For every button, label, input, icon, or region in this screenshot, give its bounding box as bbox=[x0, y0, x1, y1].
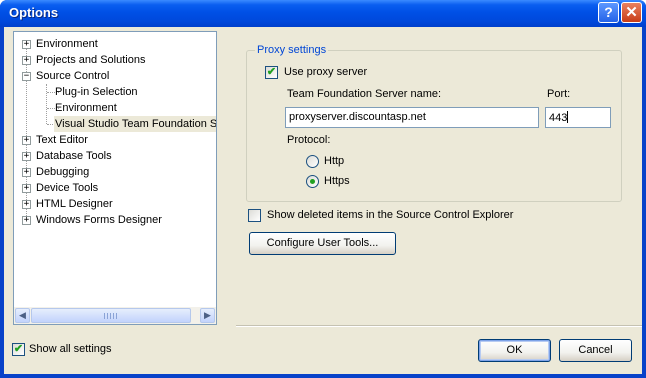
tree-item-label[interactable]: HTML Designer bbox=[35, 196, 114, 212]
show-all-settings-label[interactable]: Show all settings bbox=[29, 343, 112, 355]
tree-item-label[interactable]: Environment bbox=[54, 100, 118, 116]
port-value: 443 bbox=[549, 112, 568, 124]
tree-item-label[interactable]: Plug-in Selection bbox=[54, 84, 139, 100]
options-dialog: Options ? ✕ + Environment + Projects and… bbox=[0, 0, 646, 378]
scroll-grip-icon bbox=[104, 313, 118, 319]
radio-selected-dot-icon bbox=[310, 179, 315, 184]
window-title: Options bbox=[9, 5, 59, 20]
https-label[interactable]: Https bbox=[324, 175, 350, 187]
expand-icon[interactable]: + bbox=[22, 168, 31, 177]
port-input[interactable]: 443 bbox=[545, 107, 611, 128]
http-label[interactable]: Http bbox=[324, 155, 344, 167]
show-deleted-label[interactable]: Show deleted items in the Source Control… bbox=[267, 209, 513, 221]
expand-icon[interactable]: + bbox=[22, 56, 31, 65]
tree-item-label[interactable]: Environment bbox=[35, 36, 99, 52]
protocol-label: Protocol: bbox=[287, 134, 331, 146]
text-caret bbox=[567, 111, 569, 123]
tree-item-label[interactable]: Projects and Solutions bbox=[35, 52, 146, 68]
scroll-left-arrow-icon[interactable]: ◀ bbox=[15, 308, 30, 323]
https-radio[interactable] bbox=[306, 175, 319, 188]
title-bar[interactable]: Options ? ✕ bbox=[0, 0, 646, 27]
scroll-right-arrow-icon[interactable]: ▶ bbox=[200, 308, 215, 323]
options-tree[interactable]: + Environment + Projects and Solutions −… bbox=[13, 31, 217, 325]
help-button[interactable]: ? bbox=[598, 2, 619, 23]
server-name-label: Team Foundation Server name: bbox=[287, 88, 442, 100]
port-label: Port: bbox=[547, 88, 571, 100]
scroll-thumb[interactable] bbox=[31, 308, 191, 323]
expand-icon[interactable]: + bbox=[22, 216, 31, 225]
tree-item-label[interactable]: Source Control bbox=[35, 68, 110, 84]
tree-item-label[interactable]: Device Tools bbox=[35, 180, 99, 196]
http-radio[interactable] bbox=[306, 155, 319, 168]
show-all-settings-checkbox[interactable]: ✔ bbox=[12, 343, 25, 356]
dialog-client-area: + Environment + Projects and Solutions −… bbox=[4, 27, 642, 374]
tree-horizontal-scrollbar[interactable]: ◀ ▶ bbox=[14, 307, 216, 324]
tree-item-label[interactable]: Text Editor bbox=[35, 132, 89, 148]
server-name-input[interactable]: proxyserver.discountasp.net bbox=[285, 107, 539, 128]
footer-separator bbox=[236, 325, 642, 327]
tree-item-label[interactable]: Database Tools bbox=[35, 148, 113, 164]
tree-item-label[interactable]: Windows Forms Designer bbox=[35, 212, 163, 228]
expand-icon[interactable]: + bbox=[22, 152, 31, 161]
options-tree-viewport: + Environment + Projects and Solutions −… bbox=[14, 32, 216, 307]
expand-icon[interactable]: + bbox=[22, 184, 31, 193]
expand-icon[interactable]: + bbox=[22, 40, 31, 49]
proxy-settings-legend: Proxy settings bbox=[255, 44, 329, 56]
use-proxy-checkbox[interactable]: ✔ bbox=[265, 66, 278, 79]
tree-connector-line bbox=[46, 84, 47, 124]
show-deleted-checkbox[interactable] bbox=[248, 209, 261, 222]
expand-icon[interactable]: + bbox=[22, 200, 31, 209]
use-proxy-label[interactable]: Use proxy server bbox=[284, 66, 367, 78]
ok-button[interactable]: OK bbox=[478, 339, 551, 362]
collapse-icon[interactable]: − bbox=[22, 72, 31, 81]
tree-item-label[interactable]: Debugging bbox=[35, 164, 90, 180]
close-button[interactable]: ✕ bbox=[621, 2, 642, 23]
server-name-value: proxyserver.discountasp.net bbox=[289, 111, 426, 123]
tree-item-label[interactable]: Visual Studio Team Foundation Se bbox=[54, 116, 216, 132]
cancel-button[interactable]: Cancel bbox=[559, 339, 632, 362]
configure-user-tools-button[interactable]: Configure User Tools... bbox=[249, 232, 396, 255]
expand-icon[interactable]: + bbox=[22, 136, 31, 145]
